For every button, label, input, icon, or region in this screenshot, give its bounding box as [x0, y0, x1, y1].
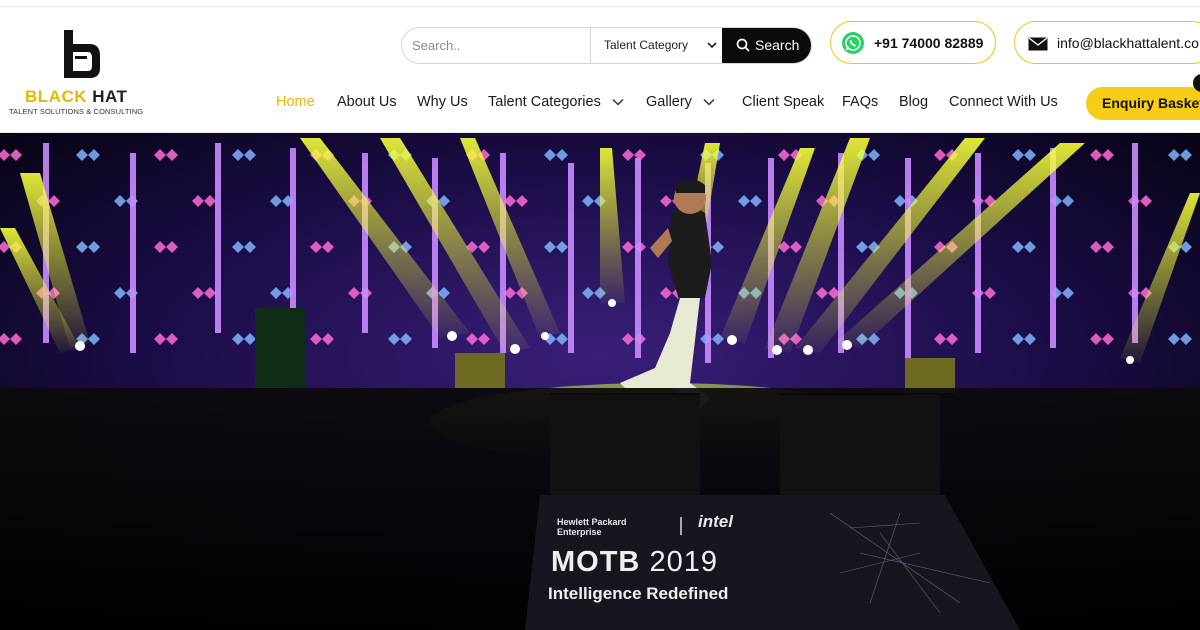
sponsor-line1: Hewlett Packard [557, 517, 627, 527]
intel-logo-text: intel [698, 512, 733, 531]
nav-client-speak[interactable]: Client Speak [742, 94, 824, 110]
talent-category-value: Talent Category [604, 38, 689, 52]
sponsor-line2: Enterprise [557, 527, 602, 537]
nav-blog[interactable]: Blog [899, 94, 928, 110]
black-hat-b-logo-icon [64, 30, 100, 78]
nav-gallery-label: Gallery [646, 94, 692, 110]
whatsapp-icon [842, 32, 864, 54]
nav-gallery[interactable]: Gallery [646, 94, 715, 110]
phone-contact[interactable]: +91 74000 82889 [830, 21, 996, 64]
brand-tagline: TALENT SOLUTIONS & CONSULTING [9, 107, 144, 116]
brand-name-part1: BLACK [25, 87, 87, 106]
page: BLACK HAT TALENT SOLUTIONS & CONSULTING … [0, 0, 1200, 630]
phone-number: +91 74000 82889 [874, 35, 984, 51]
email-address: info@blackhattalent.co [1057, 35, 1199, 51]
nav-home[interactable]: Home [276, 94, 315, 110]
mail-icon [1028, 37, 1048, 51]
hero-banner: Hewlett Packard Enterprise intel MOTB 20… [0, 133, 1200, 630]
event-year: 2019 [649, 546, 718, 578]
site-header: BLACK HAT TALENT SOLUTIONS & CONSULTING … [0, 0, 1200, 133]
email-contact[interactable]: info@blackhattalent.co [1014, 21, 1200, 64]
event-name: MOTB [551, 546, 641, 578]
hpe-logo-text: Hewlett Packard Enterprise [557, 517, 627, 537]
event-title: MOTB 2019 [551, 546, 718, 579]
enquiry-basket-button[interactable]: Enquiry Basket [1086, 87, 1200, 120]
search-input[interactable] [402, 28, 590, 63]
brand-name: BLACK HAT [25, 87, 127, 107]
chevron-down-icon [703, 99, 715, 106]
chevron-down-icon [707, 42, 717, 49]
nav-why-us[interactable]: Why Us [417, 94, 468, 110]
search-bar: Talent Category Search [401, 27, 812, 64]
search-button-label: Search [755, 37, 800, 53]
brand-name-part2: HAT [92, 87, 128, 106]
talent-category-select[interactable]: Talent Category [590, 28, 723, 63]
chevron-down-icon [612, 99, 624, 106]
search-button[interactable]: Search [722, 28, 811, 63]
nav-talent-categories-label: Talent Categories [488, 94, 601, 110]
search-icon [736, 38, 750, 52]
event-tagline: Intelligence Redefined [548, 584, 729, 603]
nav-faqs[interactable]: FAQs [842, 94, 878, 110]
brand-logo[interactable]: BLACK HAT TALENT SOLUTIONS & CONSULTING [8, 26, 158, 126]
nav-connect-with-us[interactable]: Connect With Us [949, 94, 1058, 110]
nav-talent-categories[interactable]: Talent Categories [488, 94, 624, 110]
nav-about-us[interactable]: About Us [337, 94, 397, 110]
top-divider [0, 6, 1200, 7]
